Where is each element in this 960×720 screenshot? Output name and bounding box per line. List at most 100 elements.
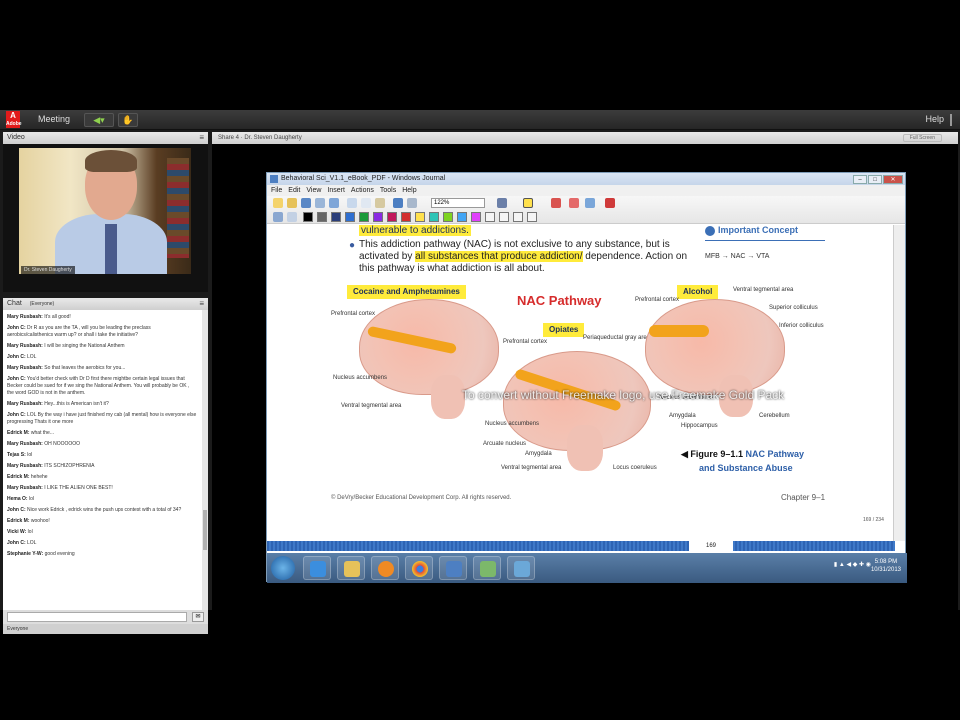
- taskbar-media[interactable]: [371, 556, 399, 580]
- taskbar-journal[interactable]: [439, 556, 467, 580]
- new-note-icon[interactable]: [273, 198, 283, 208]
- lasso-icon[interactable]: [569, 198, 579, 208]
- grip-icon[interactable]: [950, 114, 956, 126]
- anat-label: Prefrontal cortex: [503, 339, 548, 345]
- search-icon[interactable]: [329, 198, 339, 208]
- send-button[interactable]: ✉: [192, 612, 204, 622]
- taskbar-chrome[interactable]: [405, 556, 433, 580]
- redo-icon[interactable]: [407, 198, 417, 208]
- help-menu[interactable]: Help: [925, 114, 944, 124]
- system-tray[interactable]: ▮ ▲ ◀ ◆ ✚ ◉: [834, 561, 871, 568]
- chat-user: Mary Rusbash:: [7, 463, 43, 469]
- chat-message: Edrick M: hehehe: [7, 474, 197, 481]
- chat-user: Mary Rusbash:: [7, 441, 43, 447]
- taskbar-ie[interactable]: [303, 556, 331, 580]
- taskbar-app[interactable]: [473, 556, 501, 580]
- chat-user: Edrick M:: [7, 430, 30, 436]
- menu-item-edit[interactable]: Edit: [288, 187, 300, 194]
- chat-text: LOL By the way i have just finished my c…: [7, 412, 197, 425]
- color-swatch[interactable]: [443, 212, 453, 222]
- insert-space-icon[interactable]: [585, 198, 595, 208]
- menu-item-insert[interactable]: Insert: [327, 187, 345, 194]
- meeting-menu[interactable]: Meeting: [38, 114, 70, 124]
- close-button[interactable]: ✕: [883, 175, 903, 184]
- open-icon[interactable]: [287, 198, 297, 208]
- copy-icon[interactable]: [361, 198, 371, 208]
- figure-caption-line2: and Substance Abuse: [699, 463, 793, 473]
- highlighter-icon[interactable]: [523, 198, 533, 208]
- color-swatch[interactable]: [513, 212, 523, 222]
- chat-text: LOL: [27, 540, 37, 546]
- color-swatch[interactable]: [499, 212, 509, 222]
- bold-icon[interactable]: [273, 212, 283, 222]
- clock[interactable]: 5:08 PM 10/31/2013: [871, 558, 901, 574]
- speaker-icon: ◀▾: [93, 115, 105, 125]
- journal-icon: [446, 561, 462, 577]
- color-swatch[interactable]: [429, 212, 439, 222]
- taskbar-app2[interactable]: [507, 556, 535, 580]
- status-button[interactable]: ✋: [118, 113, 138, 127]
- zoom-select[interactable]: 122%: [431, 198, 485, 208]
- chat-text: You'd better check with Dr D first there…: [7, 376, 190, 396]
- save-icon[interactable]: [301, 198, 311, 208]
- flag-icon[interactable]: [605, 198, 615, 208]
- chat-text: lol: [28, 496, 34, 502]
- pod-options-icon[interactable]: ≡: [199, 298, 204, 310]
- color-swatch[interactable]: [401, 212, 411, 222]
- minimize-button[interactable]: –: [853, 175, 867, 184]
- video-pod-header: Video ≡: [3, 132, 208, 144]
- color-swatch[interactable]: [527, 212, 537, 222]
- chat-input-row: ✉: [3, 610, 208, 624]
- color-swatch[interactable]: [331, 212, 341, 222]
- color-swatch[interactable]: [303, 212, 313, 222]
- video-pod: Dr. Steven Daugherty: [3, 144, 208, 292]
- pen-icon[interactable]: [497, 198, 507, 208]
- chat-scroll-thumb[interactable]: [203, 510, 207, 550]
- fullscreen-button[interactable]: Full Screen: [902, 134, 942, 142]
- windows-journal-window: Behavioral Sci_V1.1_eBook_PDF - Windows …: [266, 172, 907, 583]
- color-swatch[interactable]: [317, 212, 327, 222]
- eraser-icon[interactable]: [551, 198, 561, 208]
- chat-message: Mary Rusbash: So that leaves the aerobic…: [7, 365, 197, 372]
- chat-message: John C: LOL: [7, 540, 197, 547]
- color-swatch[interactable]: [457, 212, 467, 222]
- color-swatch[interactable]: [415, 212, 425, 222]
- menu-item-view[interactable]: View: [306, 187, 321, 194]
- chat-input[interactable]: [7, 612, 187, 622]
- cut-icon[interactable]: [347, 198, 357, 208]
- chat-message: Stephanie Y-W: good evening: [7, 551, 197, 558]
- menu-item-actions[interactable]: Actions: [351, 187, 374, 194]
- pod-options-icon[interactable]: ≡: [199, 132, 204, 144]
- highlighted-text: all substances that produce addiction/: [415, 251, 583, 262]
- print-icon[interactable]: [315, 198, 325, 208]
- color-swatch[interactable]: [373, 212, 383, 222]
- paste-icon[interactable]: [375, 198, 385, 208]
- start-button[interactable]: [271, 556, 295, 580]
- concept-icon: [705, 225, 715, 236]
- color-swatch[interactable]: [345, 212, 355, 222]
- taskbar-explorer[interactable]: [337, 556, 365, 580]
- presenter-name: Dr. Steven Daugherty: [21, 266, 75, 274]
- page-number[interactable]: 169: [689, 541, 733, 551]
- menu-item-help[interactable]: Help: [402, 187, 416, 194]
- chat-user: Stephanie Y-W:: [7, 551, 44, 557]
- chat-user: John C:: [7, 540, 26, 546]
- chat-scrollbar[interactable]: [202, 310, 208, 610]
- menu-item-file[interactable]: File: [271, 187, 282, 194]
- color-swatch[interactable]: [359, 212, 369, 222]
- italic-icon[interactable]: [287, 212, 297, 222]
- color-swatch[interactable]: [471, 212, 481, 222]
- adobe-logo: A Adobe: [6, 111, 22, 128]
- maximize-button[interactable]: □: [868, 175, 882, 184]
- chat-recipient[interactable]: Everyone: [3, 624, 208, 634]
- menu-item-tools[interactable]: Tools: [380, 187, 396, 194]
- page-scrollbar[interactable]: [893, 225, 905, 541]
- speaker-button[interactable]: ◀▾: [84, 113, 114, 127]
- page-navigation-bar[interactable]: 169: [267, 541, 895, 551]
- color-swatch[interactable]: [387, 212, 397, 222]
- pathway-3: [649, 325, 709, 337]
- brainstem-2: [567, 425, 603, 471]
- undo-icon[interactable]: [393, 198, 403, 208]
- chat-text: Dr R as you are the TA , will you be lea…: [7, 325, 151, 338]
- color-swatch[interactable]: [485, 212, 495, 222]
